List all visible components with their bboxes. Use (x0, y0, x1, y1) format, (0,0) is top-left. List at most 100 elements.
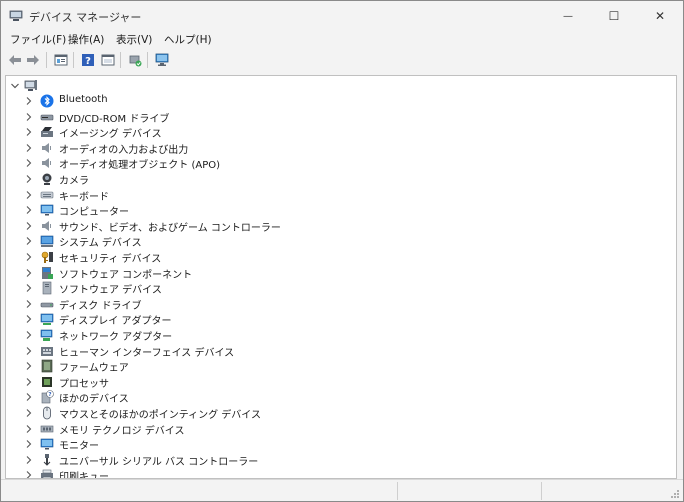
software-component-icon (42, 266, 53, 279)
tree-category-item[interactable]: Bluetooth (6, 93, 666, 109)
tree-category-label: ソフトウェア コンポーネント (59, 269, 193, 281)
tree-category-label: ファームウェア (59, 363, 129, 375)
title-bar[interactable]: デバイス マネージャー — ☐ ✕ (1, 1, 683, 31)
tree-category-item[interactable]: ディスプレイ アダプター (6, 311, 666, 327)
scan-hardware-button[interactable] (154, 52, 170, 68)
chevron-right-icon[interactable] (24, 377, 34, 387)
tree-category-label: ヒューマン インターフェイス デバイス (59, 347, 235, 359)
device-manager-window: デバイス マネージャー — ☐ ✕ ファイル(F) 操作(A) 表示(V) ヘル… (0, 0, 684, 502)
tree-category-item[interactable]: メモリ テクノロジ デバイス (6, 421, 666, 437)
tree-category-item[interactable]: システム デバイス (6, 233, 666, 249)
menu-action[interactable]: 操作(A) (65, 32, 107, 47)
tree-category-label: メモリ テクノロジ デバイス (59, 425, 185, 437)
tree-category-item[interactable]: DVD/CD-ROM ドライブ (6, 109, 666, 125)
menu-file[interactable]: ファイル(F) (7, 32, 69, 47)
software-device-icon (42, 281, 52, 295)
tree-category-item[interactable]: ソフトウェア デバイス (6, 280, 666, 296)
device-tree[interactable]: Bluetooth DVD/CD-ROM ドライブ イメージング デバイスオーディオ… (5, 75, 677, 479)
chevron-right-icon[interactable] (24, 252, 34, 262)
status-separator (397, 482, 398, 500)
tree-category-item[interactable]: ? ほかのデバイス (6, 389, 666, 405)
toolbar: ? (1, 49, 683, 71)
chevron-right-icon[interactable] (24, 158, 34, 168)
update-driver-button[interactable] (127, 52, 143, 68)
tree-category-item[interactable]: ファームウェア (6, 358, 666, 374)
tree-category-label: オーディオの入力および出力 (59, 144, 189, 156)
tree-category-label: モニター (59, 441, 99, 453)
tree-category-label: カメラ (59, 176, 89, 187)
tree-category-item[interactable]: コンピューター (6, 202, 666, 218)
chevron-right-icon[interactable] (24, 330, 34, 340)
close-button[interactable]: ✕ (637, 1, 683, 31)
tree-category-item[interactable]: ヒューマン インターフェイス デバイス (6, 343, 666, 359)
chevron-right-icon[interactable] (24, 205, 34, 215)
computer-icon (24, 80, 37, 91)
chevron-right-icon[interactable] (24, 236, 34, 246)
dvd-drive-icon (40, 114, 54, 120)
chevron-right-icon[interactable] (24, 127, 34, 137)
menu-view[interactable]: 表示(V) (113, 32, 155, 47)
monitor-icon (40, 438, 54, 450)
tree-category-item[interactable]: キーボード (6, 187, 666, 203)
resize-grip-icon[interactable] (670, 489, 680, 499)
tree-category-item[interactable]: ネットワーク アダプター (6, 327, 666, 343)
maximize-button[interactable]: ☐ (591, 1, 637, 31)
tree-category-item[interactable]: ユニバーサル シリアル バス コントローラー (6, 452, 666, 468)
menu-help[interactable]: ヘルプ(H) (161, 32, 215, 47)
network-adapter-icon (40, 329, 53, 341)
tree-root[interactable] (6, 76, 306, 94)
chevron-right-icon[interactable] (24, 455, 34, 465)
chevron-right-icon[interactable] (24, 268, 34, 278)
tree-category-label: キーボード (59, 191, 109, 203)
printer-icon (41, 470, 53, 478)
tree-category-item[interactable]: サウンド、ビデオ、およびゲーム コントローラー (6, 218, 666, 234)
tree-category-item[interactable]: マウスとそのほかのポインティング デバイス (6, 405, 666, 421)
update-driver-icon (129, 55, 142, 67)
chevron-right-icon[interactable] (24, 314, 34, 324)
chevron-down-icon[interactable] (10, 81, 20, 91)
vertical-scrollbar[interactable] (664, 76, 676, 478)
back-button[interactable] (7, 52, 23, 68)
chevron-right-icon[interactable] (24, 112, 34, 122)
chevron-right-icon[interactable] (24, 424, 34, 434)
properties-button[interactable] (53, 52, 69, 68)
tree-category-label: オーディオ処理オブジェクト (APO) (59, 160, 221, 172)
chevron-right-icon[interactable] (24, 361, 34, 371)
tree-category-item[interactable]: イメージング デバイス (6, 124, 666, 140)
display-adapter-icon (40, 314, 54, 326)
chevron-right-icon[interactable] (24, 408, 34, 418)
tree-category-item[interactable]: モニター (6, 436, 666, 452)
tree-category-item[interactable]: セキュリティ デバイス (6, 249, 666, 265)
chevron-right-icon[interactable] (24, 346, 34, 356)
tree-category-item[interactable]: 印刷キュー (6, 467, 666, 479)
tree-category-label: サウンド、ビデオ、およびゲーム コントローラー (59, 222, 281, 234)
toolbar-separator (73, 52, 74, 68)
chevron-right-icon[interactable] (24, 392, 34, 402)
help-button[interactable]: ? (80, 52, 96, 68)
chevron-right-icon[interactable] (24, 190, 34, 200)
forward-button[interactable] (25, 52, 41, 68)
toolbar-separator (120, 52, 121, 68)
chevron-right-icon[interactable] (24, 299, 34, 309)
chevron-right-icon[interactable] (24, 221, 34, 231)
speaker-icon (42, 158, 51, 169)
console-tree-button[interactable] (100, 52, 116, 68)
svg-text:?: ? (85, 56, 91, 67)
chevron-right-icon[interactable] (24, 143, 34, 153)
tree-category-item[interactable]: オーディオの入力および出力 (6, 140, 666, 156)
chevron-right-icon[interactable] (24, 283, 34, 293)
minimize-button[interactable]: — (545, 1, 591, 31)
tree-category-item[interactable]: カメラ (6, 171, 666, 187)
bluetooth-icon (40, 94, 54, 108)
tree-category-item[interactable]: ディスク ドライブ (6, 296, 666, 312)
chevron-right-icon[interactable] (24, 174, 34, 184)
chevron-right-icon[interactable] (24, 439, 34, 449)
other-device-icon: ? (41, 390, 54, 404)
chevron-right-icon[interactable] (24, 96, 34, 106)
tree-category-label: 印刷キュー (59, 472, 109, 479)
tree-category-item[interactable]: プロセッサ (6, 374, 666, 390)
tree-category-item[interactable]: オーディオ処理オブジェクト (APO) (6, 155, 666, 171)
chevron-right-icon[interactable] (24, 470, 34, 479)
tree-category-item[interactable]: ソフトウェア コンポーネント (6, 265, 666, 281)
scan-hardware-icon (155, 53, 169, 66)
